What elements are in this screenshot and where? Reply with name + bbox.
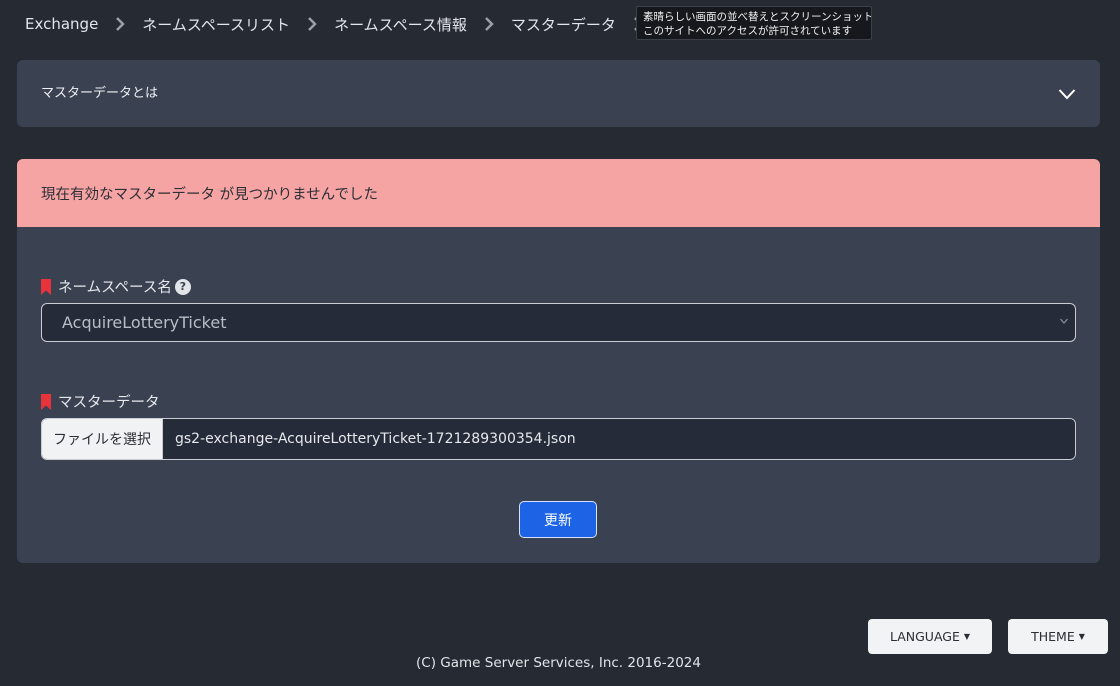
breadcrumb-item-namespace-list[interactable]: ネームスペースリスト xyxy=(142,14,290,35)
bookmark-icon xyxy=(41,393,51,410)
selected-file-name: gs2-exchange-AcquireLotteryTicket-172128… xyxy=(163,419,1075,459)
chevron-down-icon xyxy=(1059,317,1069,325)
chevron-down-icon[interactable] xyxy=(1058,88,1076,100)
breadcrumb-item-namespace-info[interactable]: ネームスペース情報 xyxy=(334,14,467,35)
masterdata-label-text: マスターデータ xyxy=(58,395,160,411)
theme-button[interactable]: THEME ▼ xyxy=(1008,619,1108,654)
namespace-select-value: AcquireLotteryTicket xyxy=(62,313,227,332)
masterdata-file-input[interactable]: ファイルを選択 gs2-exchange-AcquireLotteryTicke… xyxy=(41,418,1076,460)
alert-message: 現在有効なマスターデータ が見つかりませんでした xyxy=(41,186,378,203)
choose-file-button[interactable]: ファイルを選択 xyxy=(42,419,163,459)
tooltip-line-2: このサイトへのアクセスが許可されています xyxy=(643,25,853,37)
bookmark-icon xyxy=(41,278,51,295)
language-button[interactable]: LANGUAGE ▼ xyxy=(868,619,992,654)
tooltip-line-1: 素晴らしい画面の並べ替えとスクリーンショット xyxy=(643,11,872,23)
caret-down-icon: ▼ xyxy=(963,632,971,641)
caret-down-icon: ▼ xyxy=(1078,632,1085,641)
breadcrumb-item-exchange[interactable]: Exchange xyxy=(25,15,98,33)
chevron-right-icon xyxy=(98,15,142,34)
breadcrumb-item-master-data[interactable]: マスターデータ xyxy=(511,14,616,35)
namespace-select[interactable]: AcquireLotteryTicket xyxy=(41,303,1076,342)
alert-no-active-masterdata: 現在有効なマスターデータ が見つかりませんでした xyxy=(17,159,1100,227)
tooltip: 素晴らしい画面の並べ替えとスクリーンショット このサイトへのアクセスが許可されて… xyxy=(636,6,872,40)
masterdata-info-accordion[interactable]: マスターデータとは xyxy=(17,60,1100,127)
chevron-right-icon xyxy=(290,15,334,34)
accordion-title: マスターデータとは xyxy=(41,86,159,101)
chevron-right-icon xyxy=(467,15,511,34)
masterdata-label: マスターデータ xyxy=(41,391,160,412)
namespace-name-label: ネームスペース名 ? xyxy=(41,276,191,297)
update-button[interactable]: 更新 xyxy=(519,501,597,538)
namespace-name-label-text: ネームスペース名 xyxy=(58,280,172,296)
theme-button-label: THEME xyxy=(1031,629,1075,644)
language-button-label: LANGUAGE xyxy=(889,629,960,644)
help-icon[interactable]: ? xyxy=(174,278,191,295)
masterdata-card: 現在有効なマスターデータ が見つかりませんでした ネームスペース名 ? Acqu… xyxy=(17,159,1100,563)
footer-copyright: (C) Game Server Services, Inc. 2016-2024 xyxy=(416,655,701,671)
breadcrumb: Exchange ネームスペースリスト ネームスペース情報 マスターデータ マ xyxy=(25,12,675,36)
